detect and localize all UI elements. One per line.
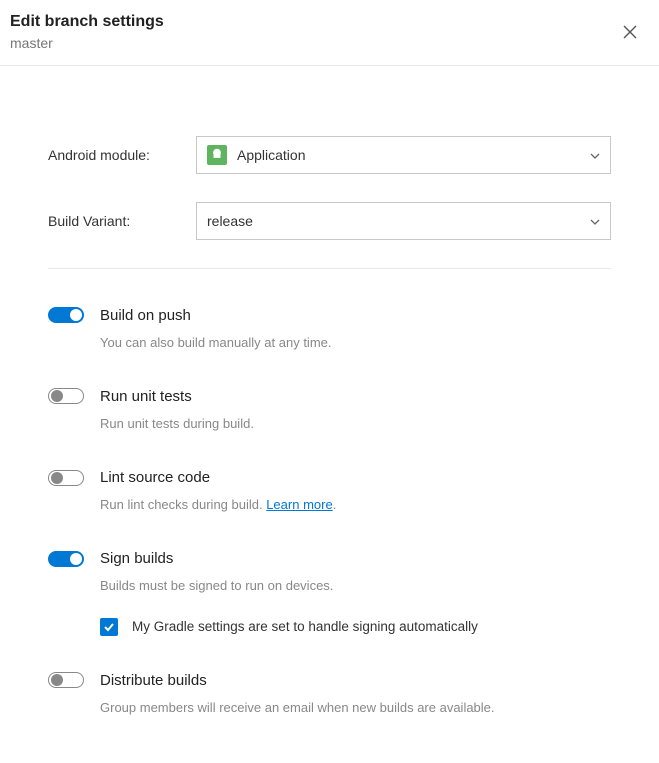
lint-desc: Run lint checks during build. Learn more… — [100, 496, 611, 514]
lint-toggle[interactable] — [48, 470, 84, 486]
build-on-push-desc: You can also build manually at any time. — [100, 334, 611, 352]
android-module-row: Android module: Application — [48, 136, 611, 174]
sign-builds-toggle[interactable] — [48, 551, 84, 567]
sign-builds-title: Sign builds — [100, 550, 173, 567]
close-icon[interactable] — [619, 20, 641, 46]
build-variant-label: Build Variant: — [48, 213, 196, 229]
chevron-down-icon — [590, 148, 600, 162]
lint-learn-more-link[interactable]: Learn more — [266, 497, 332, 512]
lint-title: Lint source code — [100, 469, 210, 486]
run-tests-title: Run unit tests — [100, 388, 192, 405]
build-variant-row: Build Variant: release — [48, 202, 611, 240]
chevron-down-icon — [590, 214, 600, 228]
android-module-label: Android module: — [48, 147, 196, 163]
distribute-desc: Group members will receive an email when… — [100, 699, 611, 717]
distribute-section: Distribute builds Group members will rec… — [48, 672, 611, 717]
gradle-signing-label: My Gradle settings are set to handle sig… — [132, 619, 478, 634]
lint-section: Lint source code Run lint checks during … — [48, 469, 611, 514]
build-variant-select[interactable]: release — [196, 202, 611, 240]
distribute-toggle[interactable] — [48, 672, 84, 688]
android-module-select[interactable]: Application — [196, 136, 611, 174]
build-on-push-section: Build on push You can also build manuall… — [48, 307, 611, 352]
run-tests-toggle[interactable] — [48, 388, 84, 404]
build-on-push-toggle[interactable] — [48, 307, 84, 323]
branch-name: master — [10, 35, 164, 51]
distribute-title: Distribute builds — [100, 672, 207, 689]
build-on-push-title: Build on push — [100, 307, 191, 324]
android-module-value: Application — [237, 147, 590, 163]
run-tests-desc: Run unit tests during build. — [100, 415, 611, 433]
page-title: Edit branch settings — [10, 12, 164, 33]
run-tests-section: Run unit tests Run unit tests during bui… — [48, 388, 611, 433]
build-variant-value: release — [207, 213, 590, 229]
section-divider — [48, 268, 611, 269]
sign-builds-desc: Builds must be signed to run on devices. — [100, 577, 611, 595]
sign-builds-section: Sign builds Builds must be signed to run… — [48, 550, 611, 635]
panel-header: Edit branch settings master — [0, 0, 659, 66]
android-icon — [207, 145, 227, 165]
gradle-signing-checkbox[interactable] — [100, 618, 118, 636]
